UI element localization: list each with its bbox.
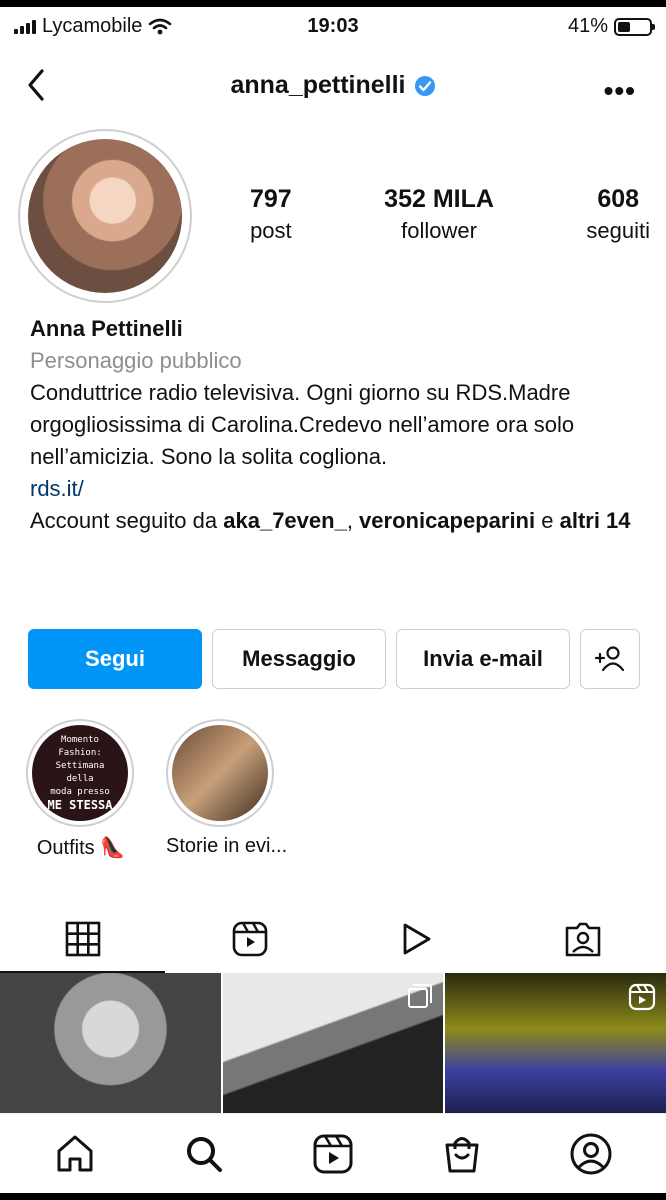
post-grid — [0, 973, 666, 1113]
email-button[interactable]: Invia e-mail — [396, 629, 570, 689]
stat-posts[interactable]: 797 post — [250, 185, 292, 244]
stat-posts-value: 797 — [250, 185, 292, 213]
highlight-cover — [172, 725, 268, 821]
stat-following[interactable]: 608 seguiti — [586, 185, 650, 244]
followed-by-prefix: Account seguito da — [30, 508, 224, 533]
followed-by-user-2: veronicapeparini — [359, 508, 536, 533]
nav-search[interactable] — [174, 1124, 234, 1184]
stat-following-value: 608 — [597, 185, 640, 213]
message-button[interactable]: Messaggio — [212, 629, 386, 689]
battery-group: 41% — [567, 15, 655, 38]
tagged-icon — [565, 922, 601, 957]
battery-percent: 41% — [567, 15, 608, 37]
stat-followers-value: 352 MILA — [384, 185, 494, 213]
content-tabs — [0, 905, 666, 973]
battery-fill — [618, 21, 631, 32]
grid-icon — [65, 921, 101, 957]
shop-bag-icon — [445, 1136, 479, 1172]
add-person-icon — [594, 646, 625, 672]
profile-bio: Anna Pettinelli Personaggio pubblico Con… — [30, 313, 640, 537]
highlight-cover-line-1: Momento Fashion: — [58, 735, 102, 758]
profile-stats: 797 post 352 MILA follower 608 seguiti — [250, 185, 650, 244]
profile-icon — [570, 1133, 612, 1174]
home-icon — [57, 1135, 93, 1171]
bio-link[interactable]: rds.it/ — [30, 473, 640, 505]
battery-icon — [614, 17, 655, 36]
highlight-outfits[interactable]: Momento Fashion: Settimana della moda pr… — [26, 719, 136, 860]
reel-badge-icon — [628, 983, 656, 1011]
stat-followers-label: follower — [401, 218, 477, 243]
follow-button[interactable]: Segui — [28, 629, 202, 689]
profile-name: Anna Pettinelli — [30, 316, 183, 341]
clock: 19:03 — [307, 15, 359, 37]
profile-actions: Segui Messaggio Invia e-mail — [28, 629, 640, 689]
highlight-cover-line-2: Settimana della — [55, 761, 105, 784]
nav-reels[interactable] — [303, 1124, 363, 1184]
screen: Lycamobile 19:03 41% anna_pettinelli ••• — [0, 7, 666, 1193]
verified-badge-icon — [414, 75, 435, 96]
play-icon — [403, 923, 431, 955]
highlight-label: Outfits 👠 — [36, 837, 126, 859]
nav-home[interactable] — [45, 1124, 105, 1184]
post-thumbnail[interactable] — [0, 973, 221, 1113]
reels-icon — [313, 1134, 353, 1173]
stat-posts-label: post — [250, 218, 292, 243]
more-options-icon[interactable]: ••• — [604, 75, 636, 107]
username-group: anna_pettinelli — [0, 71, 666, 100]
status-bar: Lycamobile 19:03 41% — [0, 7, 666, 47]
highlight-ring — [166, 719, 274, 827]
avatar — [28, 139, 182, 293]
suggest-users-button[interactable] — [580, 629, 640, 689]
bio-text: Conduttrice radio televisiva. Ogni giorn… — [30, 380, 575, 469]
bottom-navigation — [0, 1113, 666, 1193]
profile-header: anna_pettinelli ••• — [0, 61, 666, 111]
profile-category: Personaggio pubblico — [30, 348, 242, 373]
tab-videos[interactable] — [333, 905, 500, 973]
reels-icon — [232, 921, 268, 957]
followed-by-sep: , — [346, 508, 360, 533]
followed-by-others: altri 14 — [559, 508, 631, 533]
profile-avatar-ring[interactable] — [18, 129, 192, 303]
highlight-cover: Momento Fashion: Settimana della moda pr… — [32, 725, 128, 821]
carousel-icon — [408, 984, 433, 1008]
nav-profile[interactable] — [561, 1124, 621, 1184]
post-thumbnail[interactable] — [222, 973, 444, 1113]
highlight-label: Storie in evi... — [166, 835, 288, 857]
nav-shop[interactable] — [432, 1124, 492, 1184]
stat-followers[interactable]: 352 MILA follower — [384, 185, 494, 244]
highlight-cover-line-4: ME STESSA — [47, 798, 113, 812]
search-icon — [186, 1136, 222, 1172]
highlight-stories[interactable]: Storie in evi... — [166, 719, 288, 860]
highlight-ring: Momento Fashion: Settimana della moda pr… — [26, 719, 134, 827]
post-thumbnail[interactable] — [445, 973, 666, 1113]
tab-posts-grid[interactable] — [0, 905, 167, 973]
followed-by-and: e — [535, 508, 560, 533]
story-highlights: Momento Fashion: Settimana della moda pr… — [26, 719, 288, 860]
profile-username: anna_pettinelli — [230, 71, 406, 99]
stat-following-label: seguiti — [586, 218, 650, 243]
tab-reels[interactable] — [167, 905, 334, 973]
followed-by[interactable]: Account seguito da aka_7even_, veronicap… — [30, 505, 640, 537]
followed-by-user-1: aka_7even_ — [223, 508, 347, 533]
tab-tagged[interactable] — [500, 905, 666, 973]
